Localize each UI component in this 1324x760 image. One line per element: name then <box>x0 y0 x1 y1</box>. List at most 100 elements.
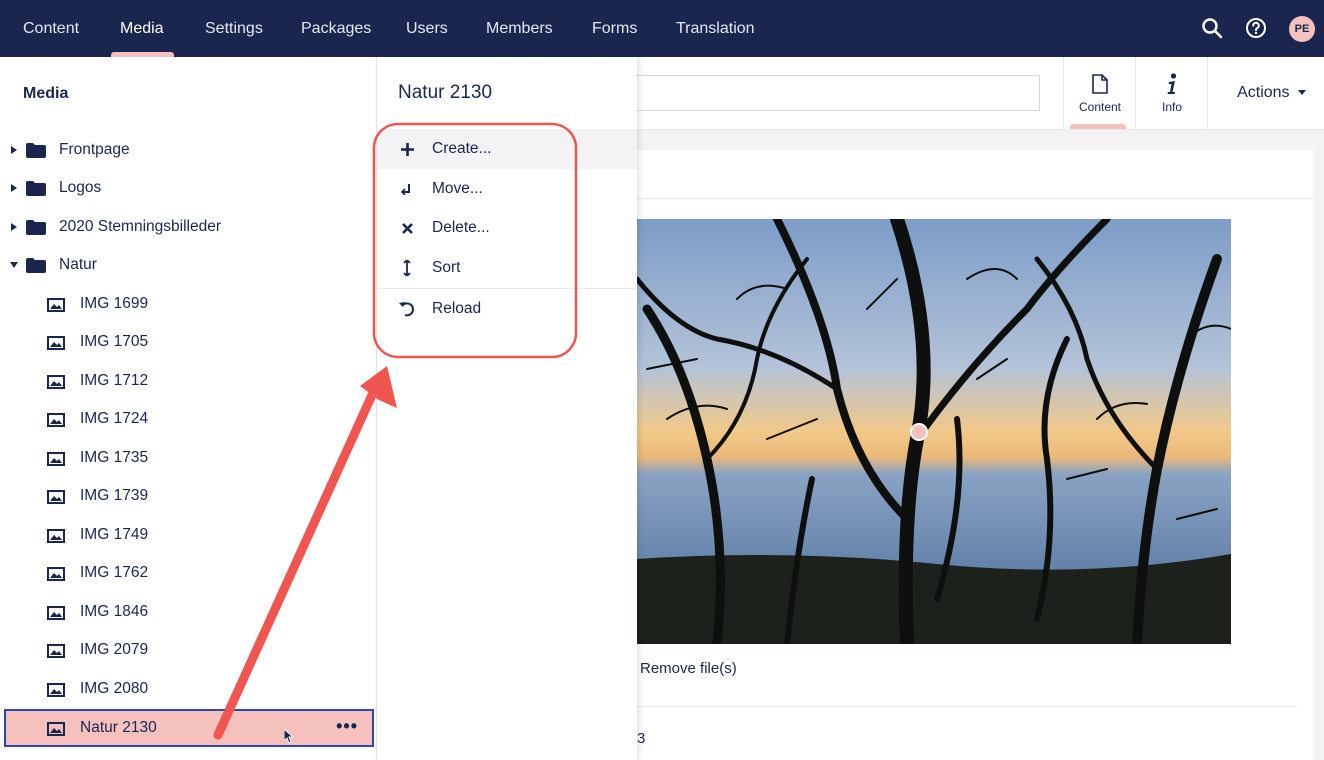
sort-icon <box>399 260 415 276</box>
tree-image-item[interactable]: IMG 1762 <box>0 554 376 592</box>
tree-image-item-selected[interactable]: Natur 2130 ••• <box>4 709 374 747</box>
cursor-icon <box>283 727 295 749</box>
app-info-label: Info <box>1161 100 1182 114</box>
caret-right-icon[interactable] <box>10 145 18 155</box>
tree-item-label: IMG 1762 <box>80 564 149 581</box>
tree-item-label: IMG 1699 <box>80 295 149 312</box>
focal-point-icon[interactable] <box>910 423 928 441</box>
image-icon <box>47 722 65 741</box>
delete-icon <box>399 220 415 236</box>
tree-image-item[interactable]: IMG 2079 <box>0 631 376 669</box>
image-icon <box>47 490 65 509</box>
folder-icon <box>26 258 46 278</box>
property-value: 3 <box>637 730 646 747</box>
tree-item-label: Frontpage <box>59 141 130 158</box>
divider <box>637 706 1297 707</box>
document-icon <box>1092 72 1108 96</box>
menu-item-label: Create... <box>432 140 492 157</box>
menu-item-reload[interactable]: Reload <box>377 289 637 329</box>
menu-item-delete[interactable]: Delete... <box>377 208 637 248</box>
tree-item-label: Natur <box>59 256 97 273</box>
editor-header: Content Info Actions <box>637 57 1324 130</box>
tree-image-item[interactable]: IMG 1735 <box>0 439 376 477</box>
tree-image-item[interactable]: IMG 1846 <box>0 593 376 631</box>
app-content-label: Content <box>1078 100 1122 114</box>
tree-folder-logos[interactable]: Logos <box>0 169 376 207</box>
tree-item-label: IMG 2080 <box>80 680 149 697</box>
image-icon <box>47 529 65 548</box>
caret-right-icon[interactable] <box>10 222 18 232</box>
menu-item-label: Reload <box>432 300 482 317</box>
context-menu: Natur 2130 Create... Move... Delete... S… <box>377 57 637 760</box>
tree-folder-2020-stemningsbilleder[interactable]: 2020 Stemningsbilleder <box>0 208 376 246</box>
info-icon <box>1166 72 1178 96</box>
media-preview-image <box>637 219 1231 644</box>
plus-icon <box>399 141 415 157</box>
tree-image-item[interactable]: IMG 1705 <box>0 323 376 361</box>
image-icon <box>47 452 65 471</box>
user-avatar[interactable]: PE <box>1289 16 1315 42</box>
menu-item-label: Sort <box>432 259 461 276</box>
tree-item-label: Natur 2130 <box>80 719 157 736</box>
nav-members[interactable]: Members <box>486 0 553 57</box>
image-icon <box>47 413 65 432</box>
nav-forms[interactable]: Forms <box>592 0 637 57</box>
nav-content[interactable]: Content <box>23 0 79 57</box>
image-icon <box>47 298 65 317</box>
app-content-button[interactable]: Content <box>1063 57 1136 129</box>
caret-right-icon[interactable] <box>10 183 18 193</box>
nav-translation[interactable]: Translation <box>676 0 755 57</box>
tree-item-label: IMG 1739 <box>80 487 149 504</box>
tree-folder-natur[interactable]: Natur <box>0 246 376 284</box>
tree-item-label: 2020 Stemningsbilleder <box>59 218 221 235</box>
nav-media[interactable]: Media <box>120 0 164 57</box>
folder-icon <box>26 143 46 163</box>
tree-item-label: IMG 2079 <box>80 641 149 658</box>
move-icon <box>399 181 415 197</box>
help-icon[interactable] <box>1242 14 1270 42</box>
menu-item-create[interactable]: Create... <box>377 129 637 169</box>
context-menu-title: Natur 2130 <box>398 82 493 103</box>
search-icon[interactable] <box>1198 14 1226 42</box>
tree-header: Media <box>23 85 69 102</box>
tree-folder-frontpage[interactable]: Frontpage <box>0 131 376 169</box>
tree-item-label: Logos <box>59 179 102 196</box>
image-icon <box>47 606 65 625</box>
divider <box>637 198 1314 199</box>
tree-image-item[interactable]: IMG 2080 <box>0 670 376 708</box>
tree-item-label: IMG 1724 <box>80 410 149 427</box>
tree-image-item[interactable]: IMG 1724 <box>0 400 376 438</box>
tree-item-label: IMG 1705 <box>80 333 149 350</box>
name-input[interactable] <box>637 75 1040 111</box>
image-icon <box>47 336 65 355</box>
menu-item-move[interactable]: Move... <box>377 169 637 209</box>
tree-image-item[interactable]: IMG 1699 <box>0 285 376 323</box>
more-options-icon[interactable]: ••• <box>336 717 358 735</box>
actions-dropdown[interactable]: Actions <box>1237 84 1306 102</box>
media-tree: Media Frontpage Logos 2020 Stemningsbill… <box>0 57 377 760</box>
image-icon <box>47 375 65 394</box>
app-active-indicator <box>1070 124 1126 129</box>
nav-packages[interactable]: Packages <box>301 0 371 57</box>
nav-settings[interactable]: Settings <box>205 0 263 57</box>
caret-down-icon <box>1298 89 1306 95</box>
tree-image-item[interactable]: IMG 1749 <box>0 516 376 554</box>
menu-item-sort[interactable]: Sort <box>377 248 637 288</box>
remove-files-link[interactable]: Remove file(s) <box>640 660 737 677</box>
folder-icon <box>26 220 46 240</box>
menu-item-label: Delete... <box>432 219 490 236</box>
folder-icon <box>26 181 46 201</box>
tree-item-label: IMG 1735 <box>80 449 149 466</box>
reload-icon <box>399 301 415 317</box>
image-icon <box>47 567 65 586</box>
tree-item-label: IMG 1712 <box>80 372 149 389</box>
tree-image-item[interactable]: IMG 1739 <box>0 477 376 515</box>
tree-item-label: IMG 1846 <box>80 603 149 620</box>
app-info-button[interactable]: Info <box>1135 57 1208 129</box>
editor-panel: Remove file(s) 3 <box>637 150 1314 760</box>
image-icon <box>47 644 65 663</box>
actions-label: Actions <box>1237 84 1290 101</box>
nav-users[interactable]: Users <box>406 0 448 57</box>
caret-down-icon[interactable] <box>10 260 18 270</box>
tree-image-item[interactable]: IMG 1712 <box>0 362 376 400</box>
